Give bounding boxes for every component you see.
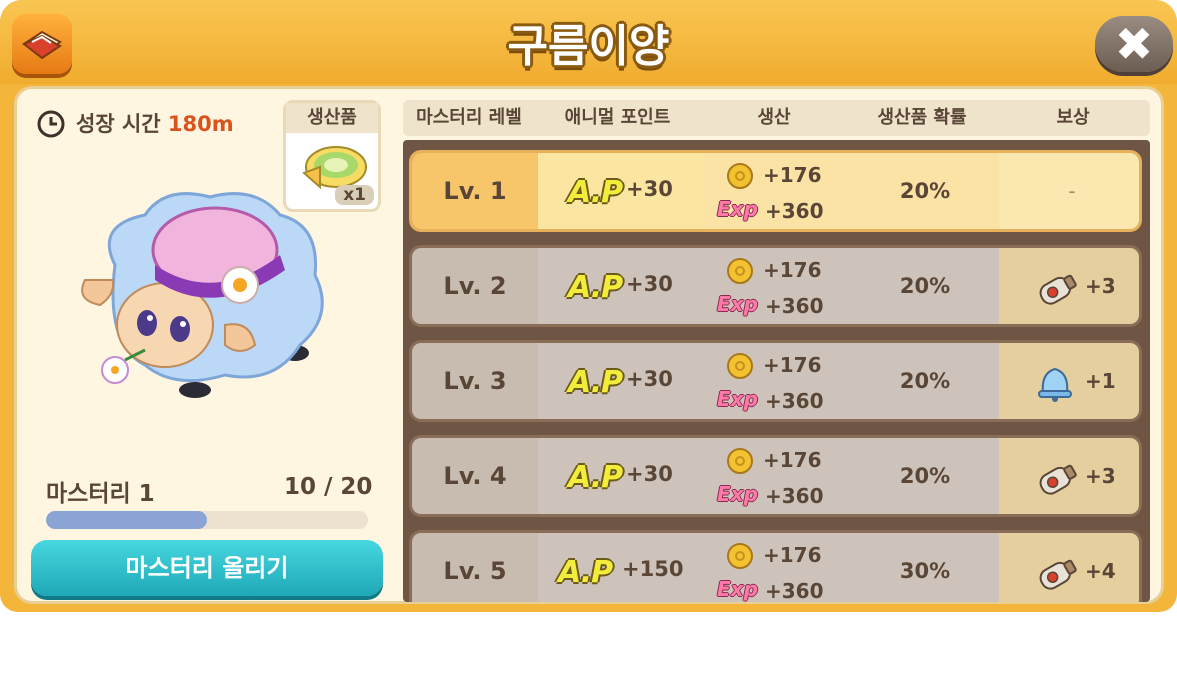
- row-product-chance: 20%: [851, 343, 999, 419]
- clock-icon: [37, 110, 65, 138]
- row-production: +176 Exp +360: [703, 438, 851, 514]
- bottle-icon: [1039, 274, 1077, 305]
- ap-logo-icon: A.P: [568, 175, 623, 210]
- exp-value: +360: [765, 294, 824, 318]
- reward-value: +3: [1085, 274, 1116, 298]
- header-animal-point: 애니멀 포인트: [564, 107, 671, 128]
- exp-icon: Exp: [717, 292, 758, 316]
- ap-logo-icon: A.P: [568, 270, 623, 305]
- row-animal-point: A.P +30: [538, 153, 703, 229]
- row-level: Lv. 2: [412, 248, 538, 324]
- table-row[interactable]: Lv. 5 A.P +150 +176 Exp +360 30% +4: [409, 530, 1142, 602]
- row-level: Lv. 1: [412, 153, 538, 229]
- header-production: 생산: [757, 107, 791, 128]
- row-product-chance: 30%: [851, 533, 999, 602]
- gold-value: +176: [763, 258, 822, 282]
- reward-value: +1: [1085, 369, 1116, 393]
- book-icon: [22, 30, 62, 60]
- exp-value: +360: [765, 484, 824, 508]
- header-mastery-level: 마스터리 레벨: [416, 107, 522, 128]
- row-reward: +4: [999, 533, 1139, 602]
- mastery-up-button[interactable]: 마스터리 올리기: [31, 540, 383, 596]
- row-animal-point: A.P +30: [538, 343, 703, 419]
- mastery-progress-fill: [46, 511, 207, 529]
- growth-time: 성장 시간 180m: [76, 108, 234, 138]
- row-animal-point: A.P +30: [538, 438, 703, 514]
- exp-value: +360: [765, 389, 824, 413]
- row-reward: -: [999, 153, 1139, 229]
- product-quantity: x1: [335, 185, 374, 205]
- reward-empty: -: [1068, 179, 1076, 203]
- table-row[interactable]: Lv. 2 A.P +30 +176 Exp +360 20% +3: [409, 245, 1142, 327]
- row-product-chance: 20%: [851, 153, 999, 229]
- table-row[interactable]: Lv. 4 A.P +30 +176 Exp +360 20% +3: [409, 435, 1142, 517]
- row-reward: +3: [999, 438, 1139, 514]
- gold-coin-icon: [727, 258, 753, 284]
- mastery-table[interactable]: Lv. 1 A.P +30 +176 Exp +360 20% - Lv. 2 A.P +30 +17…: [403, 140, 1150, 602]
- gold-value: +176: [763, 543, 822, 567]
- exp-icon: Exp: [717, 197, 758, 221]
- ap-value: +150: [622, 557, 684, 581]
- exp-icon: Exp: [717, 577, 758, 601]
- row-animal-point: A.P +30: [538, 248, 703, 324]
- row-animal-point: A.P +150: [538, 533, 703, 602]
- header-product-chance: 생산품 확률: [877, 107, 967, 128]
- table-row[interactable]: Lv. 3 A.P +30 +176 Exp +360 20% +1: [409, 340, 1142, 422]
- row-product-chance: 20%: [851, 248, 999, 324]
- row-level: Lv. 4: [412, 438, 538, 514]
- row-reward: +3: [999, 248, 1139, 324]
- mastery-progress-bar: [46, 511, 368, 529]
- row-production: +176 Exp +360: [703, 343, 851, 419]
- gold-coin-icon: [727, 448, 753, 474]
- gold-value: +176: [763, 353, 822, 377]
- mastery-progress-count: 10 / 20: [284, 474, 373, 500]
- gold-coin-icon: [727, 353, 753, 379]
- ap-value: +30: [626, 272, 673, 296]
- ap-value: +30: [626, 177, 673, 201]
- bell-icon: [1038, 367, 1072, 402]
- gold-value: +176: [763, 448, 822, 472]
- exp-value: +360: [765, 579, 824, 602]
- growth-time-label: 성장 시간: [76, 112, 161, 136]
- table-row[interactable]: Lv. 1 A.P +30 +176 Exp +360 20% -: [409, 150, 1142, 232]
- ap-value: +30: [626, 462, 673, 486]
- gold-coin-icon: [727, 543, 753, 569]
- ap-logo-icon: A.P: [568, 365, 623, 400]
- ap-logo-icon: A.P: [558, 555, 613, 590]
- row-level: Lv. 3: [412, 343, 538, 419]
- popup-header: 구름이양: [0, 0, 1177, 84]
- exp-value: +360: [765, 199, 824, 223]
- reward-value: +4: [1085, 559, 1116, 583]
- exp-icon: Exp: [717, 387, 758, 411]
- book-button[interactable]: [12, 14, 72, 74]
- exp-icon: Exp: [717, 482, 758, 506]
- popup-title: 구름이양: [507, 21, 670, 72]
- header-reward: 보상: [1056, 107, 1090, 128]
- close-icon: ✖: [1114, 17, 1154, 71]
- bottle-icon: [1039, 464, 1077, 495]
- sheep-character: [81, 192, 324, 398]
- row-reward: +1: [999, 343, 1139, 419]
- ap-logo-icon: A.P: [568, 460, 623, 495]
- table-header: 마스터리 레벨 애니멀 포인트 생산 생산품 확률 보상: [403, 100, 1150, 136]
- close-button[interactable]: ✖: [1095, 16, 1173, 72]
- mastery-level-label: 마스터리 1: [46, 481, 155, 507]
- bottle-icon: [1039, 559, 1077, 590]
- ap-value: +30: [626, 367, 673, 391]
- row-product-chance: 20%: [851, 438, 999, 514]
- product-header: 생산품: [286, 103, 378, 133]
- gold-coin-icon: [727, 163, 753, 189]
- reward-value: +3: [1085, 464, 1116, 488]
- row-production: +176 Exp +360: [703, 248, 851, 324]
- row-production: +176 Exp +360: [703, 533, 851, 602]
- row-level: Lv. 5: [412, 533, 538, 602]
- row-production: +176 Exp +360: [703, 153, 851, 229]
- gold-value: +176: [763, 163, 822, 187]
- growth-time-value: 180m: [167, 112, 234, 136]
